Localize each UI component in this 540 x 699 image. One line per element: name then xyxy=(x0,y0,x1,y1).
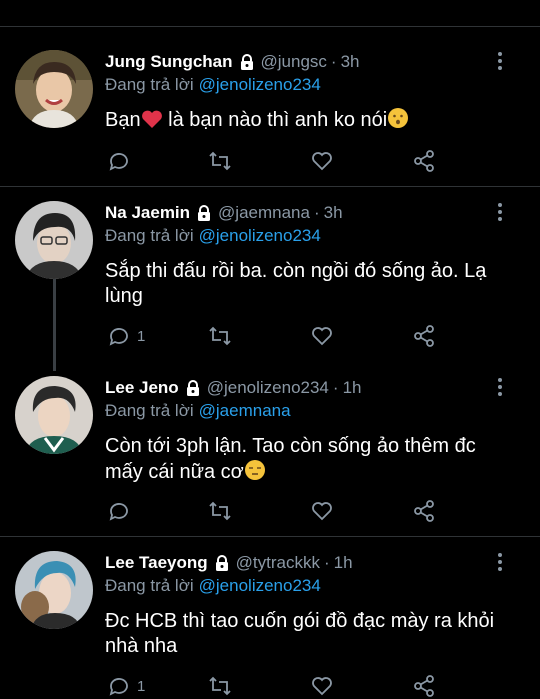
retweet-icon xyxy=(209,151,231,171)
more-options-icon[interactable] xyxy=(496,52,504,72)
share-icon xyxy=(414,325,434,347)
reply-target-link[interactable]: @jaemnana xyxy=(199,401,291,420)
red-heart-icon xyxy=(141,109,163,136)
reply-target-link[interactable]: @jenolizeno234 xyxy=(199,576,321,595)
avatar[interactable] xyxy=(15,201,93,279)
heart-icon xyxy=(312,502,332,521)
display-name[interactable]: Lee Taeyong xyxy=(105,553,208,573)
tweet[interactable]: Lee Taeyong @tytrackkk · 1h Đang trả lời… xyxy=(0,551,540,697)
tweet[interactable]: Na Jaemin @jaemnana · 3h Đang trả lời @je… xyxy=(0,201,540,371)
reply-button[interactable]: 1 xyxy=(107,673,145,699)
top-divider xyxy=(0,26,540,27)
share-button[interactable] xyxy=(412,498,436,524)
separator-dot: · xyxy=(332,378,339,397)
replying-to: Đang trả lời @jenolizeno234 xyxy=(105,226,321,246)
heart-icon xyxy=(312,677,332,696)
retweet-icon xyxy=(209,326,231,346)
replying-to: Đang trả lời @jenolizeno234 xyxy=(105,576,321,596)
handle[interactable]: @jaemnana xyxy=(218,203,310,223)
tweet-header: Na Jaemin @jaemnana · 3h xyxy=(105,201,343,225)
separator-dot: · xyxy=(313,203,320,222)
hushed-face-icon xyxy=(387,107,409,136)
like-button[interactable] xyxy=(310,148,334,174)
handle[interactable]: @jenolizeno234 xyxy=(207,378,329,398)
reply-target-link[interactable]: @jenolizeno234 xyxy=(199,75,321,94)
retweet-button[interactable] xyxy=(208,323,232,349)
tweet-text: Còn tới 3ph lận. Tao còn sống ảo thêm đc… xyxy=(105,434,510,488)
heart-icon xyxy=(312,152,332,171)
retweet-button[interactable] xyxy=(208,498,232,524)
timestamp[interactable]: 3h xyxy=(324,203,343,223)
replying-to: Đang trả lời @jenolizeno234 xyxy=(105,75,321,95)
heart-icon xyxy=(312,327,332,346)
reply-prefix: Đang trả lời xyxy=(105,226,194,245)
timestamp[interactable]: 1h xyxy=(334,553,353,573)
lock-icon xyxy=(184,379,202,397)
reply-button[interactable] xyxy=(107,148,137,174)
share-icon xyxy=(414,150,434,172)
avatar[interactable] xyxy=(15,551,93,629)
share-button[interactable] xyxy=(412,148,436,174)
tweet-text-part: Bạn xyxy=(105,109,141,131)
tweet-actions xyxy=(105,498,445,524)
share-icon xyxy=(414,675,434,697)
retweet-button[interactable] xyxy=(208,673,232,699)
tweet-actions: 1 xyxy=(105,323,445,349)
display-name[interactable]: Lee Jeno xyxy=(105,378,179,398)
reply-prefix: Đang trả lời xyxy=(105,401,194,420)
reply-button[interactable] xyxy=(107,498,137,524)
reply-prefix: Đang trả lời xyxy=(105,576,194,595)
reply-icon xyxy=(109,153,128,171)
retweet-icon xyxy=(209,676,231,696)
timestamp[interactable]: 1h xyxy=(343,378,362,398)
handle[interactable]: @jungsc xyxy=(261,52,327,72)
reply-target-link[interactable]: @jenolizeno234 xyxy=(199,226,321,245)
retweet-icon xyxy=(209,501,231,521)
timestamp[interactable]: 3h xyxy=(341,52,360,72)
tweet-actions xyxy=(105,148,445,174)
tweet-actions: 1 xyxy=(105,673,445,699)
like-button[interactable] xyxy=(310,673,334,699)
unamused-face-icon xyxy=(244,459,266,488)
retweet-button[interactable] xyxy=(208,148,232,174)
reply-prefix: Đang trả lời xyxy=(105,75,194,94)
reply-icon xyxy=(109,678,128,696)
display-name[interactable]: Jung Sungchan xyxy=(105,52,233,72)
tweet-text-part: là bạn nào thì anh ko nói xyxy=(162,109,388,131)
more-options-icon[interactable] xyxy=(496,203,504,223)
tweet-text: Đc HCB thì tao cuốn gói đồ đạc mày ra kh… xyxy=(105,610,495,657)
separator-dot: · xyxy=(323,553,330,572)
share-icon xyxy=(414,500,434,522)
tweet[interactable]: Lee Jeno @jenolizeno234 · 1h Đang trả lờ… xyxy=(0,376,540,536)
more-options-icon[interactable] xyxy=(496,378,504,398)
tweet-divider xyxy=(0,536,540,537)
like-button[interactable] xyxy=(310,323,334,349)
reply-count: 1 xyxy=(137,327,146,345)
separator-dot: · xyxy=(330,52,337,71)
tweet[interactable]: Jung Sungchan @jungsc · 3h Đang trả lời @… xyxy=(0,50,540,186)
tweet-header: Lee Jeno @jenolizeno234 · 1h xyxy=(105,376,361,400)
display-name[interactable]: Na Jaemin xyxy=(105,203,190,223)
lock-icon xyxy=(195,204,213,222)
reply-icon xyxy=(109,503,128,521)
share-button[interactable] xyxy=(412,673,436,699)
reply-button[interactable]: 1 xyxy=(107,323,145,349)
thread-line xyxy=(53,279,56,371)
like-button[interactable] xyxy=(310,498,334,524)
avatar[interactable] xyxy=(15,50,93,128)
tweet-divider xyxy=(0,186,540,187)
lock-icon xyxy=(213,554,231,572)
handle[interactable]: @tytrackkk xyxy=(236,553,320,573)
tweet-text: Sắp thi đấu rồi ba. còn ngồi đó sống ảo.… xyxy=(105,260,487,307)
avatar[interactable] xyxy=(15,376,93,454)
replying-to: Đang trả lời @jaemnana xyxy=(105,401,291,421)
tweet-header: Jung Sungchan @jungsc · 3h xyxy=(105,50,360,74)
reply-icon xyxy=(109,328,128,346)
tweet-text: Bạn là bạn nào thì anh ko nói xyxy=(105,107,510,136)
share-button[interactable] xyxy=(412,323,436,349)
lock-icon xyxy=(238,53,256,71)
more-options-icon[interactable] xyxy=(496,553,504,573)
tweet-text-part: Còn tới 3ph lận. Tao còn sống ảo thêm đc… xyxy=(105,435,476,483)
tweet-header: Lee Taeyong @tytrackkk · 1h xyxy=(105,551,353,575)
